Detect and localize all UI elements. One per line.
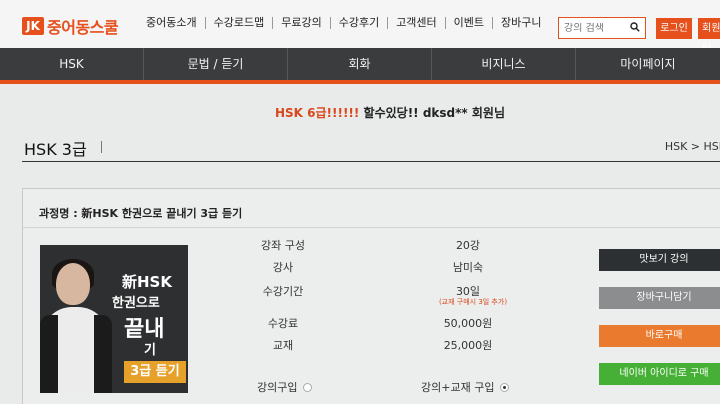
top-nav-cart[interactable]: 장바구니	[493, 17, 549, 29]
logo-mark: JK	[22, 17, 44, 35]
thumbnail-badge: 3급 듣기	[124, 361, 186, 383]
top-nav: 중어동소개 수강로드맵 무료강의 수강후기 고객센터 이벤트 장바구니	[146, 17, 550, 29]
top-nav-reviews[interactable]: 수강후기	[331, 17, 389, 29]
radio-button[interactable]	[303, 382, 313, 392]
main-nav-business[interactable]: 비지니스	[432, 48, 576, 80]
info-label: 강좌 구성	[261, 239, 305, 252]
top-nav-support[interactable]: 고객센터	[388, 17, 446, 29]
option-label: 강의+교재 구입	[421, 381, 495, 394]
course-thumbnail: 新HSK 한권으로 끝내 기 3급 듣기	[40, 245, 188, 393]
promo-banner: HSK 6급!!!!!! 할수있당!! dksd** 회원님	[0, 104, 720, 121]
period-note: (교재 구매시 3일 추가)	[438, 298, 508, 306]
info-row-instructor: 강사 남미숙	[228, 259, 558, 279]
thumbnail-title-line1: 新HSK	[122, 273, 172, 291]
instructor-face	[56, 263, 90, 305]
login-button[interactable]: 로그인	[656, 18, 692, 39]
site-logo[interactable]: JK 중어동스쿨	[22, 14, 119, 38]
option-label: 강의구입	[257, 381, 298, 394]
top-nav-roadmap[interactable]: 수강로드맵	[206, 17, 274, 29]
info-value: 25,000원	[443, 339, 493, 352]
thumbnail-title-line4: 기	[144, 343, 156, 358]
info-label: 수강기간	[262, 285, 304, 298]
top-nav-free-lectures[interactable]: 무료강의	[273, 17, 331, 29]
info-row-textbook: 교재 25,000원	[228, 337, 558, 357]
main-nav-hsk[interactable]: HSK	[0, 48, 144, 80]
info-value: 20강	[455, 239, 481, 252]
main-nav-conversation[interactable]: 회화	[288, 48, 432, 80]
divider	[23, 227, 720, 228]
page-title: HSK 3급	[24, 140, 87, 159]
info-value: 50,000원	[443, 317, 493, 330]
title-divider	[101, 141, 102, 153]
title-bar: HSK 3급 HSK > HSK	[22, 132, 720, 162]
search-icon[interactable]	[630, 22, 640, 32]
logo-text: 중어동스쿨	[47, 18, 119, 37]
info-value: 남미숙	[452, 261, 484, 274]
info-label: 수강료	[267, 317, 299, 330]
main-nav-mypage[interactable]: 마이페이지	[576, 48, 720, 80]
info-label: 강사	[272, 261, 294, 274]
top-nav-events[interactable]: 이벤트	[446, 17, 494, 29]
info-label: 교재	[272, 339, 294, 352]
buy-now-button[interactable]: 바로구매	[599, 325, 720, 347]
top-header: JK 중어동스쿨 중어동소개 수강로드맵 무료강의 수강후기 고객센터 이벤트 …	[0, 0, 720, 55]
thumbnail-title-line2: 한권으로	[112, 296, 160, 311]
add-to-cart-button[interactable]: 장바구니담기	[599, 287, 720, 309]
promo-highlight: HSK 6급!!!!!!	[274, 106, 360, 120]
join-button[interactable]: 회원가입	[698, 18, 720, 55]
instructor-jacket-left	[40, 315, 58, 393]
info-row-period: 수강기간 30일 (교재 구매시 3일 추가)	[228, 283, 558, 306]
top-nav-about[interactable]: 중어동소개	[146, 17, 206, 29]
promo-text: 할수있당!! dksd** 회원님	[359, 106, 505, 120]
search-box	[558, 17, 646, 39]
info-row-fee: 수강료 50,000원	[228, 315, 558, 335]
instructor-jacket-right	[94, 315, 112, 393]
option-lecture-only[interactable]: 강의구입	[257, 379, 313, 395]
breadcrumb[interactable]: HSK > HSK	[665, 140, 720, 153]
option-lecture-book[interactable]: 강의+교재 구입	[421, 379, 510, 395]
naver-pay-button[interactable]: 네이버 아이디로 구매	[599, 363, 720, 385]
main-nav-grammar-listening[interactable]: 문법 / 듣기	[144, 48, 288, 80]
search-input[interactable]	[564, 22, 624, 34]
info-row-composition: 강좌 구성 20강	[228, 237, 558, 257]
main-nav: HSK 문법 / 듣기 회화 비지니스 마이페이지	[0, 48, 720, 84]
course-name: 과정명 : 新HSK 한권으로 끝내기 3급 듣기	[39, 207, 243, 220]
preview-lecture-button[interactable]: 맛보기 강의	[599, 249, 720, 271]
radio-button-selected[interactable]	[500, 382, 510, 392]
course-panel: 과정명 : 新HSK 한권으로 끝내기 3급 듣기 新HSK 한권으로 끝내 기…	[22, 188, 720, 404]
